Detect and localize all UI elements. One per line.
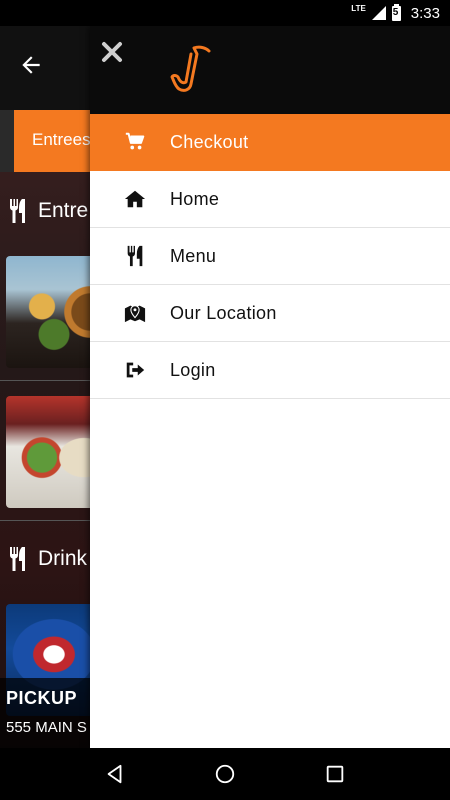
- divider: [0, 380, 90, 381]
- menu-item-home[interactable]: Home: [90, 171, 450, 228]
- menu-item-checkout[interactable]: Checkout: [90, 114, 450, 171]
- close-icon[interactable]: [100, 40, 124, 64]
- battery-level: 5: [392, 6, 399, 18]
- section-drinks-label: Drink: [38, 547, 88, 570]
- system-nav-bar: [0, 748, 450, 800]
- saxophone-logo-icon: [170, 45, 211, 92]
- tab-entrees[interactable]: Entrees: [14, 110, 90, 172]
- map-pin-icon: [124, 305, 146, 323]
- menu-item-our-location[interactable]: Our Location: [90, 285, 450, 342]
- drawer-header: [90, 26, 450, 114]
- menu-item-login[interactable]: Login: [90, 342, 450, 399]
- category-tabs: Entrees: [0, 110, 90, 172]
- section-drinks: Drink: [0, 534, 90, 584]
- fork-knife-icon: [10, 547, 25, 571]
- cart-icon-wrap: [90, 131, 170, 153]
- menu-item-label: Checkout: [170, 131, 249, 152]
- clock: 3:33: [410, 4, 440, 22]
- menu-item-label: Our Location: [170, 302, 277, 323]
- pickup-title: PICKUP: [6, 688, 78, 708]
- home-circle-icon[interactable]: [214, 763, 236, 785]
- pickup-bar: PICKUP 555 MAIN S: [0, 678, 90, 750]
- status-bar: LTE 5 3:33: [0, 0, 450, 26]
- food-image[interactable]: [6, 396, 90, 508]
- home-icon: [124, 190, 146, 208]
- food-image[interactable]: [6, 256, 90, 368]
- section-entrees: Entre: [0, 186, 90, 236]
- fork-knife-icon: [127, 245, 143, 267]
- navigation-drawer: Checkout Home Menu Our Location Login: [90, 26, 450, 748]
- battery-icon: 5: [391, 3, 401, 21]
- background-content: Entrees Entre Drink PICKUP 555 MAIN S: [0, 110, 90, 750]
- divider: [0, 520, 90, 521]
- fork-knife-icon: [10, 199, 25, 223]
- back-triangle-icon[interactable]: [104, 763, 126, 785]
- menu-item-label: Login: [170, 359, 216, 380]
- menu-item-label: Home: [170, 188, 220, 209]
- map-pin-icon-wrap: [90, 302, 170, 324]
- pickup-address: 555 MAIN S: [6, 719, 87, 736]
- cart-icon: [125, 132, 145, 150]
- network-type: LTE: [351, 4, 366, 13]
- fork-knife-icon-wrap: [90, 245, 170, 267]
- drawer-menu: Checkout Home Menu Our Location Login: [90, 114, 450, 399]
- recents-square-icon[interactable]: [324, 763, 346, 785]
- back-arrow-icon[interactable]: [18, 52, 44, 78]
- signal-icon: [371, 6, 386, 20]
- menu-item-label: Menu: [170, 245, 217, 266]
- menu-item-menu[interactable]: Menu: [90, 228, 450, 285]
- sign-in-icon: [126, 362, 145, 378]
- sign-in-icon-wrap: [90, 359, 170, 381]
- screen: LTE 5 3:33 Entrees Entre Drink PICKUP 55…: [0, 0, 450, 800]
- section-entrees-label: Entre: [38, 199, 89, 222]
- home-icon-wrap: [90, 188, 170, 210]
